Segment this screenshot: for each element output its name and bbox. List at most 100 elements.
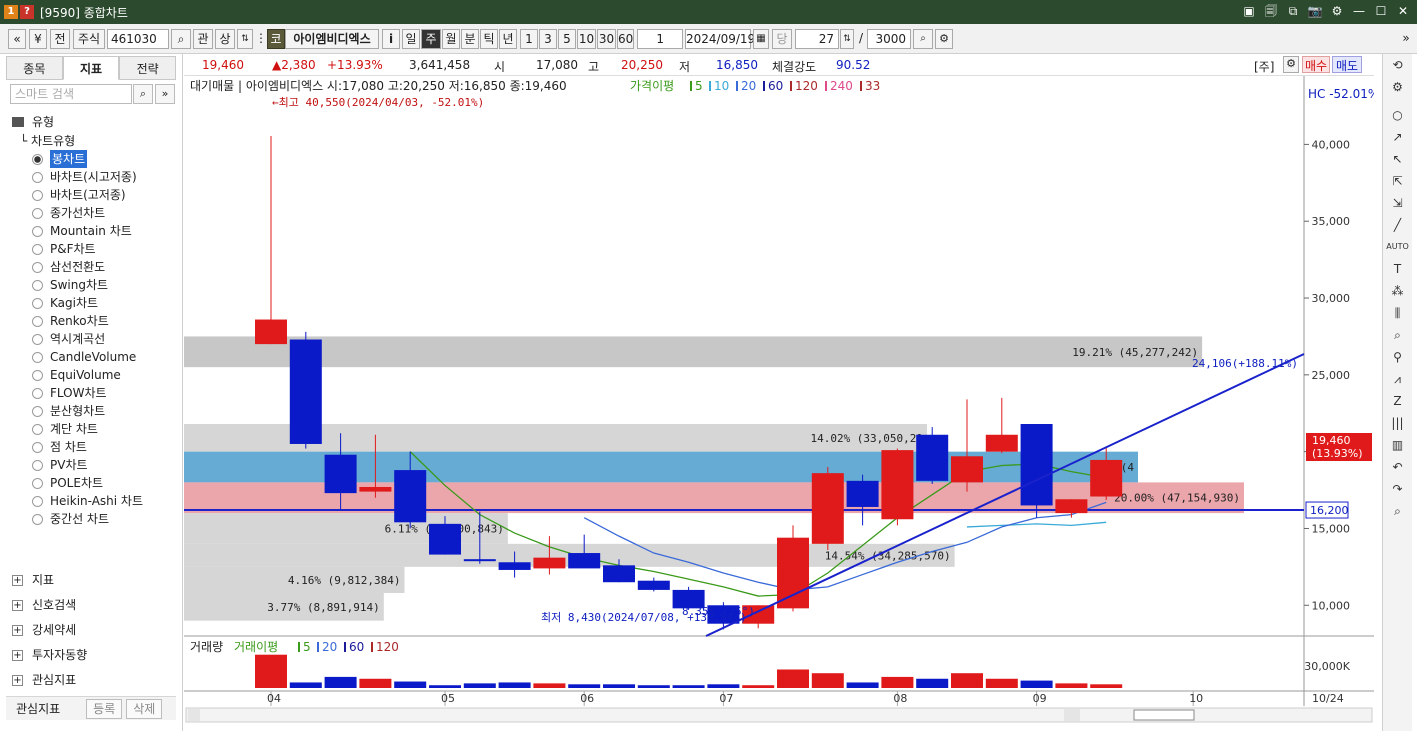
- chart-type-item[interactable]: EquiVolume: [12, 366, 177, 384]
- chart-type-item[interactable]: FLOW차트: [12, 384, 177, 402]
- bar-count-spinner-icon[interactable]: ⇅: [840, 29, 854, 49]
- line-tool-icon[interactable]: ╱: [1383, 214, 1412, 236]
- chart-type-item[interactable]: Renko차트: [12, 312, 177, 330]
- chart-type-item[interactable]: Heikin-Ashi 차트: [12, 492, 177, 510]
- interval-10[interactable]: 10: [577, 29, 596, 49]
- register-button[interactable]: 등록: [86, 698, 123, 719]
- camera-icon[interactable]: 📷: [1307, 3, 1323, 19]
- pointer-tool-icon[interactable]: ⇱: [1383, 170, 1412, 192]
- copy-icon[interactable]: 🗐: [1263, 3, 1279, 19]
- sell-button[interactable]: 매도: [1332, 56, 1362, 73]
- chart-type-item[interactable]: P&F차트: [12, 240, 177, 258]
- tab-stock[interactable]: 종목: [6, 56, 63, 80]
- radio-icon[interactable]: [32, 279, 43, 291]
- period-minute[interactable]: 분: [461, 29, 479, 49]
- close-button[interactable]: ✕: [1395, 3, 1411, 19]
- stock-dropdown-button[interactable]: ¥: [29, 29, 47, 49]
- sang-button[interactable]: 상: [215, 29, 235, 49]
- radio-icon[interactable]: [32, 387, 43, 399]
- radio-icon[interactable]: [32, 459, 43, 471]
- folder-investor[interactable]: + 투자자동향: [12, 643, 177, 668]
- interval-60[interactable]: 60: [617, 29, 634, 49]
- chart-type-item[interactable]: PV차트: [12, 456, 177, 474]
- folder-favorites[interactable]: + 관심지표: [12, 668, 177, 693]
- interval-1[interactable]: 1: [520, 29, 538, 49]
- chart-type-item[interactable]: Swing차트: [12, 276, 177, 294]
- period-day[interactable]: 일: [402, 29, 420, 49]
- screen-link-icon[interactable]: ▣: [1241, 3, 1257, 19]
- radio-icon[interactable]: [32, 423, 43, 435]
- magnet-tool-icon[interactable]: ⚲: [1383, 346, 1412, 368]
- select-tool-icon[interactable]: ⇲: [1383, 192, 1412, 214]
- expand-icon[interactable]: »: [155, 84, 175, 104]
- chart-type-item[interactable]: 계단 차트: [12, 420, 177, 438]
- redo-icon[interactable]: ↷: [1383, 478, 1412, 500]
- chart-type-item[interactable]: 점 차트: [12, 438, 177, 456]
- stock-name[interactable]: 아이엠비디엑스: [285, 29, 379, 49]
- period-tick[interactable]: 틱: [480, 29, 498, 49]
- radio-icon[interactable]: [32, 405, 43, 417]
- radio-icon[interactable]: [32, 243, 43, 255]
- calendar-icon[interactable]: ▦: [753, 29, 769, 49]
- fibo-tool-icon[interactable]: ⁂: [1383, 280, 1412, 302]
- chart-type-item[interactable]: 역시계곡선: [12, 330, 177, 348]
- toolbar-settings-icon[interactable]: ⚙: [935, 29, 953, 49]
- bar-tool-icon[interactable]: |||: [1383, 412, 1412, 434]
- chart-type-item[interactable]: 바차트(시고저종): [12, 168, 177, 186]
- radio-icon[interactable]: [32, 189, 43, 201]
- gwan-button[interactable]: 관: [193, 29, 213, 49]
- radio-icon[interactable]: [32, 153, 43, 165]
- tab-indicator[interactable]: 지표: [62, 56, 120, 80]
- section-type[interactable]: 유형: [12, 112, 177, 132]
- dang-button[interactable]: 당: [772, 29, 792, 49]
- trend-chart-icon[interactable]: ↗: [1383, 126, 1412, 148]
- window-link-icon[interactable]: ⧉: [1285, 3, 1301, 19]
- zoom-tool-icon[interactable]: ⌕: [1383, 324, 1412, 346]
- interval-3[interactable]: 3: [539, 29, 557, 49]
- candle-tool-icon[interactable]: ⫼: [1383, 302, 1412, 324]
- radio-icon[interactable]: [32, 207, 43, 219]
- chart-type-item[interactable]: 분산형차트: [12, 402, 177, 420]
- max-bars-input[interactable]: 3000: [867, 29, 911, 49]
- radio-icon[interactable]: [32, 297, 43, 309]
- period-year[interactable]: 년: [499, 29, 517, 49]
- chart-type-item[interactable]: 중간선 차트: [12, 510, 177, 528]
- radio-icon[interactable]: [32, 495, 43, 507]
- undo-icon[interactable]: ↶: [1383, 456, 1412, 478]
- pattern-tool-icon[interactable]: ⩘: [1383, 368, 1412, 390]
- radio-icon[interactable]: [32, 477, 43, 489]
- chart-area[interactable]: 19.21% (45,277,242)14.02% (33,050,2118% …: [184, 76, 1379, 726]
- help-icon[interactable]: ?: [20, 5, 34, 19]
- all-button[interactable]: 전: [50, 29, 70, 49]
- zoom-icon[interactable]: ⌕: [913, 29, 933, 49]
- radio-icon[interactable]: [32, 315, 43, 327]
- tab-strategy[interactable]: 전략: [119, 56, 177, 80]
- radio-icon[interactable]: [32, 513, 43, 525]
- search-tool-icon[interactable]: ⌕: [1383, 500, 1412, 522]
- folder-indicator[interactable]: + 지표: [12, 568, 177, 593]
- market-select[interactable]: 주식: [73, 29, 105, 49]
- period-week[interactable]: 주: [421, 29, 441, 49]
- chart-type-item[interactable]: POLE차트: [12, 474, 177, 492]
- prev-stock-button[interactable]: «: [8, 29, 26, 49]
- chart-type-item[interactable]: 봉차트: [12, 150, 177, 168]
- buy-button[interactable]: 매수: [1302, 56, 1330, 73]
- minimize-button[interactable]: —: [1351, 3, 1367, 19]
- settings-icon[interactable]: ⚙: [1329, 3, 1345, 19]
- text-tool-icon[interactable]: T: [1383, 258, 1412, 280]
- auto-trend-icon[interactable]: AUTO: [1383, 236, 1412, 258]
- radio-icon[interactable]: [32, 171, 43, 183]
- info-button[interactable]: i: [382, 29, 400, 49]
- refresh-icon[interactable]: ⟲: [1383, 54, 1412, 76]
- interval-5[interactable]: 5: [558, 29, 576, 49]
- folder-signal-search[interactable]: + 신호검색: [12, 593, 177, 618]
- folder-strength[interactable]: + 강세약세: [12, 618, 177, 643]
- smart-search-input[interactable]: 스마트 검색: [10, 84, 132, 104]
- interval-count-input[interactable]: 1: [637, 29, 683, 49]
- stock-code-input[interactable]: 461030⌄: [107, 29, 169, 64]
- grid-tool-icon[interactable]: ▥: [1383, 434, 1412, 456]
- quote-settings-icon[interactable]: ⚙: [1283, 56, 1299, 73]
- price-chart[interactable]: 19.21% (45,277,242)14.02% (33,050,2118% …: [184, 76, 1379, 726]
- radio-icon[interactable]: [32, 441, 43, 453]
- search-button[interactable]: ⌕: [171, 29, 191, 49]
